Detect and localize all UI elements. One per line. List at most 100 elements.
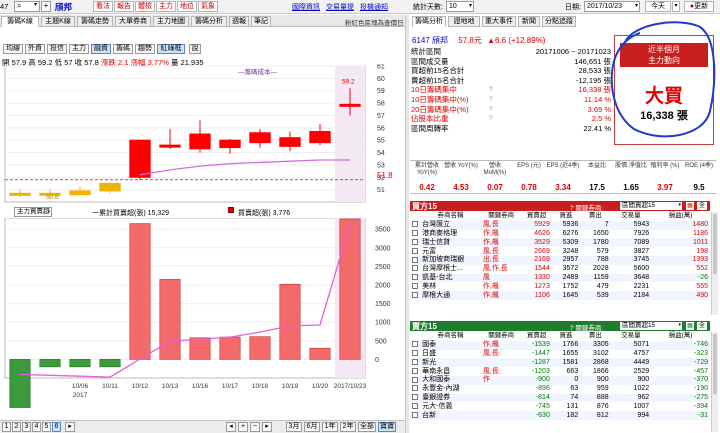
range-all[interactable]: 全部 [358,422,376,432]
table-cell[interactable]: 台灣摩根士... [420,265,481,274]
table-cell[interactable]: 新加坡商瑞銀 [420,255,481,265]
table-cell[interactable]: 台新 [420,411,481,420]
table-cell[interactable]: 國泰 [420,340,481,350]
tab-news[interactable]: 新聞 [518,16,540,27]
stat-days-select[interactable]: 10 ▾ [446,1,474,12]
table-row[interactable]: 港商麥格理 作,飆 4626 6276 1650 7926 1186 [410,230,710,239]
row-checkbox[interactable] [412,247,418,254]
table-cell[interactable]: 華南永昌 [420,367,481,376]
tab-events[interactable]: 重大事件 [482,16,516,27]
zoom-in-icon[interactable]: + [238,422,248,432]
report-button[interactable]: 報告 [114,1,134,12]
toggle-main[interactable]: 主力 [69,44,89,54]
row-checkbox[interactable] [412,341,418,348]
toggle-ma[interactable]: 均線 [3,44,23,54]
table-cell[interactable]: 凱基-台北 [420,273,481,283]
toggle-trend[interactable]: 趨勢 [135,44,155,54]
table-cell[interactable]: 元富 [420,247,481,256]
table-view-icon[interactable]: ▦ [686,322,694,330]
row-checkbox[interactable] [412,230,418,237]
tab-weekly[interactable]: 週報 [229,16,249,27]
row-checkbox[interactable] [412,350,418,357]
chevron-left-icon[interactable]: ◂ [226,422,236,432]
table-cell[interactable]: 港商麥格理 [420,230,481,239]
refresh-button[interactable]: ●更新 [684,1,714,12]
row-checkbox[interactable] [412,367,418,374]
buy15-filter-select[interactable]: 區間買超15 ▾ [620,202,682,210]
toggle-margin[interactable]: 融資 [91,44,111,54]
table-row[interactable]: 摩根大通 作,飆 1106 1645 539 2184 490 [410,291,710,300]
table-row[interactable]: 大和國泰作 -900 0 900 900 -370 [410,375,710,385]
table-row[interactable]: 台新 -630 182 812 994 -31 [410,411,710,420]
search-box[interactable]: ⌕ ▾ [14,1,40,12]
zoom-out-icon[interactable]: − [250,422,260,432]
scrollbar-thumb[interactable] [713,334,717,394]
row-checkbox[interactable] [412,402,418,409]
today-dropdown-arrow[interactable]: ▾ [672,1,680,12]
table-cell[interactable]: 元大-信義 [420,402,481,411]
help-icon[interactable]: ? [489,114,493,123]
table-cell[interactable]: 新光 [420,358,481,368]
tab-chip-analysis[interactable]: 籌碼分析 [191,16,227,27]
table-row[interactable]: 元富 風,長 2669 3248 579 3827 198 [410,247,710,256]
position-button[interactable]: 地位 [177,1,197,12]
row-checkbox[interactable] [412,291,418,298]
row-checkbox[interactable] [412,282,418,289]
row-checkbox[interactable] [412,358,418,365]
table-cell[interactable]: 美林 [420,282,481,291]
page-3[interactable]: 3 [22,422,31,432]
table-row[interactable]: 臺銀證券 -814 74 888 962 -275 [410,393,710,403]
help-button[interactable]: 說 [189,44,201,54]
row-checkbox[interactable] [412,385,418,392]
table-row[interactable]: 新光 -1287 1581 2868 4449 -729 [410,358,710,368]
toggle-chip[interactable]: 籌碼 [113,44,133,54]
chevron-right-icon[interactable]: ▸ [65,422,75,432]
row-checkbox[interactable] [412,238,418,245]
panel-divider[interactable] [405,15,409,433]
all-button[interactable]: 全 [697,322,707,330]
range-1y[interactable]: 1年 [322,422,338,432]
table-row[interactable]: 元大-信義 -745 131 876 1007 -394 [410,402,710,411]
help-icon[interactable]: ? [489,85,493,94]
mainforce-button[interactable]: 主力 [156,1,176,12]
page-6[interactable]: 6 [52,422,61,432]
help-icon[interactable]: ? [489,95,493,104]
table-cell[interactable]: 日盛 [420,350,481,359]
page-4[interactable]: 4 [32,422,41,432]
today-button[interactable]: 今天 [645,1,671,12]
table-row[interactable]: 國泰 作,飆 -1539 1766 3305 5071 -746 [410,340,710,350]
table-row[interactable]: 瑞士信貸 作,飆 3529 5309 1780 7089 1011 [410,238,710,248]
page-1[interactable]: 1 [2,422,11,432]
scroll-right-icon[interactable]: ▸ [262,422,272,432]
help-icon[interactable]: ? [489,105,493,114]
view-button[interactable]: 看法 [93,1,113,12]
page-2[interactable]: 2 [12,422,21,432]
toggle-trust[interactable]: 投信 [47,44,67,54]
table-cell[interactable]: 臺銀證券 [420,393,481,403]
table-row[interactable]: 台灣匯立 風,長 5929 5936 7 5943 1480 [410,220,710,230]
table-cell[interactable]: 瑞士信貸 [420,238,481,248]
page-5[interactable]: 5 [42,422,51,432]
tab-big-broker[interactable]: 大單券商 [115,16,151,27]
main-force-bar-chart[interactable]: 0 500 1000 1500 2000 2500 3000 3500 10/06 10/11 10… [0,218,395,408]
add-button[interactable]: + [41,1,51,12]
table-row[interactable]: 台灣摩根士... 風,作,長 1544 3572 2028 5600 552 [410,265,710,274]
table-row[interactable]: 凱基-台北風 1330 2489 1159 3648 -26 [410,273,710,283]
table-view-icon[interactable]: ▦ [686,202,694,210]
toggle-foreign[interactable]: 外資 [25,44,45,54]
row-checkbox[interactable] [412,394,418,401]
row-checkbox[interactable] [412,411,418,418]
volume-link[interactable]: 交易量提 [326,2,354,12]
intl-info-link[interactable]: 國際資訊 [292,2,320,12]
tab-branch-track[interactable]: 分點追蹤 [542,16,576,27]
price-candlestick-chart[interactable]: 515253545556575859606159.250.6 [0,64,395,204]
table-cell[interactable]: 永豐金-內湖 [420,385,481,394]
row-checkbox[interactable] [412,376,418,383]
table-cell[interactable]: 台灣匯立 [420,220,481,230]
row-checkbox[interactable] [412,265,418,272]
toggle-redgreen[interactable]: 紅綠框 [157,44,185,54]
range-baby[interactable]: 寶寶 [378,422,396,432]
checkup-button[interactable]: 體檢 [135,1,155,12]
tab-main-map[interactable]: 主力地圖 [153,16,189,27]
table-row[interactable]: 美林 作,飆 1273 1752 479 2231 555 [410,282,710,291]
